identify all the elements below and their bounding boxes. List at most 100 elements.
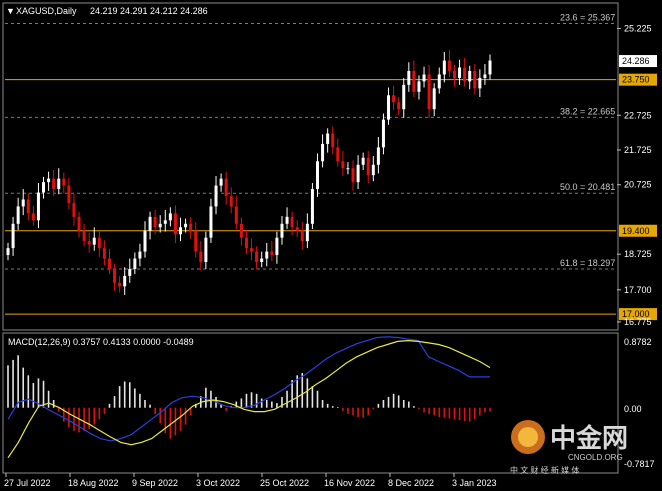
candle-body [316,161,319,189]
candle-body [321,144,324,161]
candle-body [7,248,10,255]
symbol-label: XAGUSD,Daily [16,6,77,16]
candle-body [194,231,197,252]
macd-histogram [8,355,490,438]
candle-body [341,161,344,168]
price-tick-label: 21.725 [624,145,652,155]
candle-body [67,186,70,203]
candle-body [12,224,15,248]
candle-body [93,238,96,245]
candle-body [57,179,60,189]
candle-body [402,85,405,109]
candle-body [220,179,223,186]
time-tick-label: 3 Oct 2022 [196,478,240,488]
candle-body [164,220,167,223]
candle-body [448,61,451,71]
candle-body [128,269,131,276]
candle-body [250,248,253,251]
candle-body [62,179,65,186]
fib-label: 61.8 = 18.297 [560,258,615,268]
candle-body [209,206,212,237]
candle-body [306,224,309,241]
candle-body [133,259,136,269]
candle-body [382,120,385,148]
candle-body [159,224,162,227]
time-tick-label: 16 Nov 2022 [324,478,375,488]
candle-body [260,259,263,262]
candle-body [275,238,278,255]
candle-body [27,199,30,213]
candle-body [372,165,375,175]
candle-body [301,231,304,241]
macd-label: MACD(12,26,9) 0.3757 0.4133 0.0000 -0.04… [8,337,194,347]
macd-tick-top: 0.8782 [624,337,652,347]
watermark-site: CNGOLD.ORG [568,453,623,462]
candle-body [17,206,20,223]
candle-body [245,238,248,248]
candle-body [326,134,329,144]
candle-body [428,74,431,109]
candle-body [169,213,172,220]
candle-body [473,71,476,88]
candle-body [37,193,40,221]
candle-body [438,74,441,88]
candle-body [78,217,81,231]
candle-body [357,165,360,182]
candle-body [311,189,314,224]
candle-body [346,168,349,169]
candle-body [433,88,436,109]
candle-body [235,206,238,223]
candle-body [286,217,289,224]
price-tick-label: 22.725 [624,110,652,120]
candle-body [377,147,380,164]
fib-label: 23.6 = 25.367 [560,13,615,23]
candle-body [189,224,192,231]
candle-body [407,71,410,85]
candle-body [397,102,400,109]
candle-body [22,199,25,206]
candle-body [392,95,395,102]
candle-body [280,224,283,238]
candle-body [463,68,466,82]
candle-body [367,158,370,175]
candle-body [296,227,299,230]
time-tick-label: 8 Dec 2022 [388,478,434,488]
time-tick-label: 27 Jul 2022 [4,478,51,488]
candle-body [483,74,486,77]
candlesticks [7,50,492,295]
fib-label: 50.0 = 20.481 [560,182,615,192]
candle-body [184,224,187,227]
time-tick-label: 3 Jan 2023 [452,478,497,488]
header-arrow-icon[interactable]: ▼ [6,6,15,16]
macd-tick-zero: 0.00 [624,404,642,414]
candle-body [83,231,86,241]
macd-lines [8,337,490,458]
time-tick-label: 18 Aug 2022 [68,478,119,488]
candle-body [443,61,446,75]
candle-body [88,241,91,244]
candle-body [143,231,146,252]
price-panel-frame [3,3,618,330]
candle-body [72,203,75,217]
price-tick-label: 17.700 [624,285,652,295]
candle-body [138,252,141,259]
time-tick-label: 25 Oct 2022 [260,478,309,488]
macd-tick-bottom: -0.7817 [624,459,655,469]
price-tick-label: 18.725 [624,249,652,259]
candle-body [42,182,45,192]
candle-body [423,74,426,81]
candle-body [98,238,101,248]
candle-body [154,217,157,227]
macd-signal-line [8,341,490,458]
candle-body [225,179,228,196]
level-tag-label: 23.750 [622,75,650,85]
level-tag-label: 19.400 [622,226,650,236]
watermark-brand: 中金网 [550,423,628,454]
candle-body [108,259,111,269]
candle-body [179,227,182,234]
candle-body [291,217,294,227]
candle-body [489,61,492,75]
price-tick-label: 25.225 [624,23,652,33]
candle-body [199,252,202,262]
candle-body [240,224,243,238]
